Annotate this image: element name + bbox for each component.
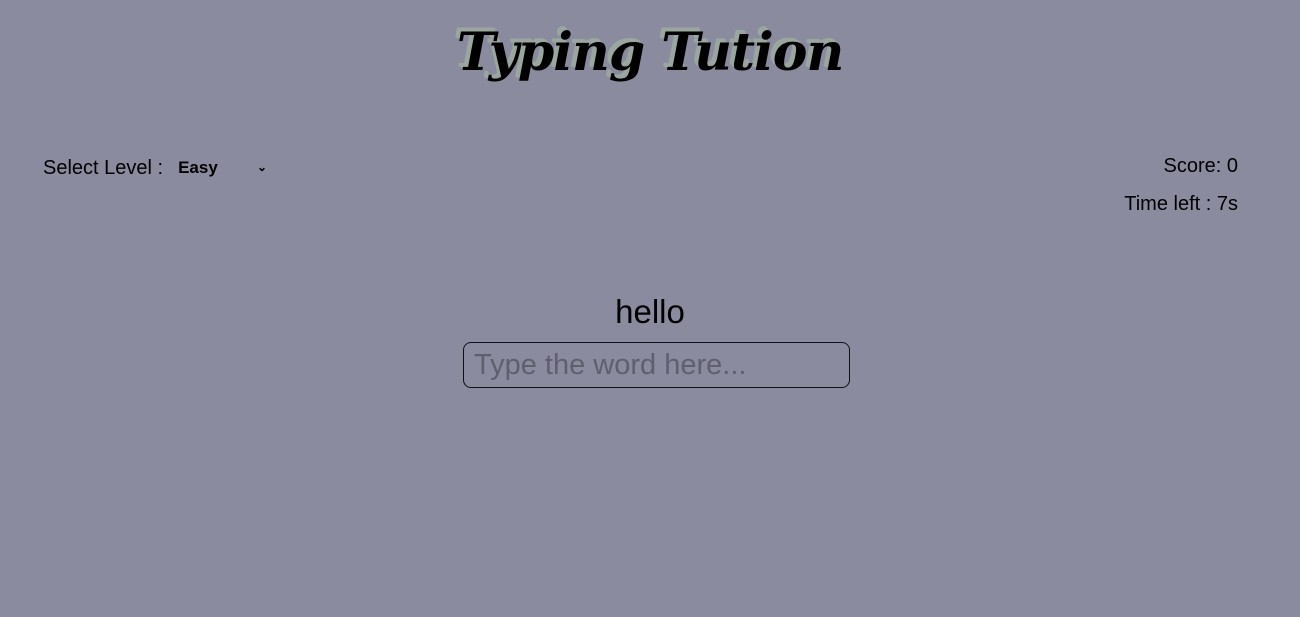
- current-word: hello: [615, 293, 685, 330]
- typing-game-page: Typing Tution Select Level : Easy ⌄ Scor…: [0, 0, 1300, 617]
- page-title: Typing Tution: [456, 22, 845, 83]
- level-select[interactable]: Easy ⌄: [173, 155, 269, 181]
- score-display: Score: 0: [1163, 155, 1238, 177]
- time-left-display: Time left : 7s: [1124, 193, 1238, 215]
- level-selected-value: Easy: [178, 158, 218, 177]
- chevron-down-icon: ⌄: [257, 160, 268, 174]
- word-input[interactable]: [463, 342, 850, 388]
- level-selector-row: Select Level : Easy ⌄: [43, 155, 269, 181]
- level-label: Select Level :: [43, 156, 164, 179]
